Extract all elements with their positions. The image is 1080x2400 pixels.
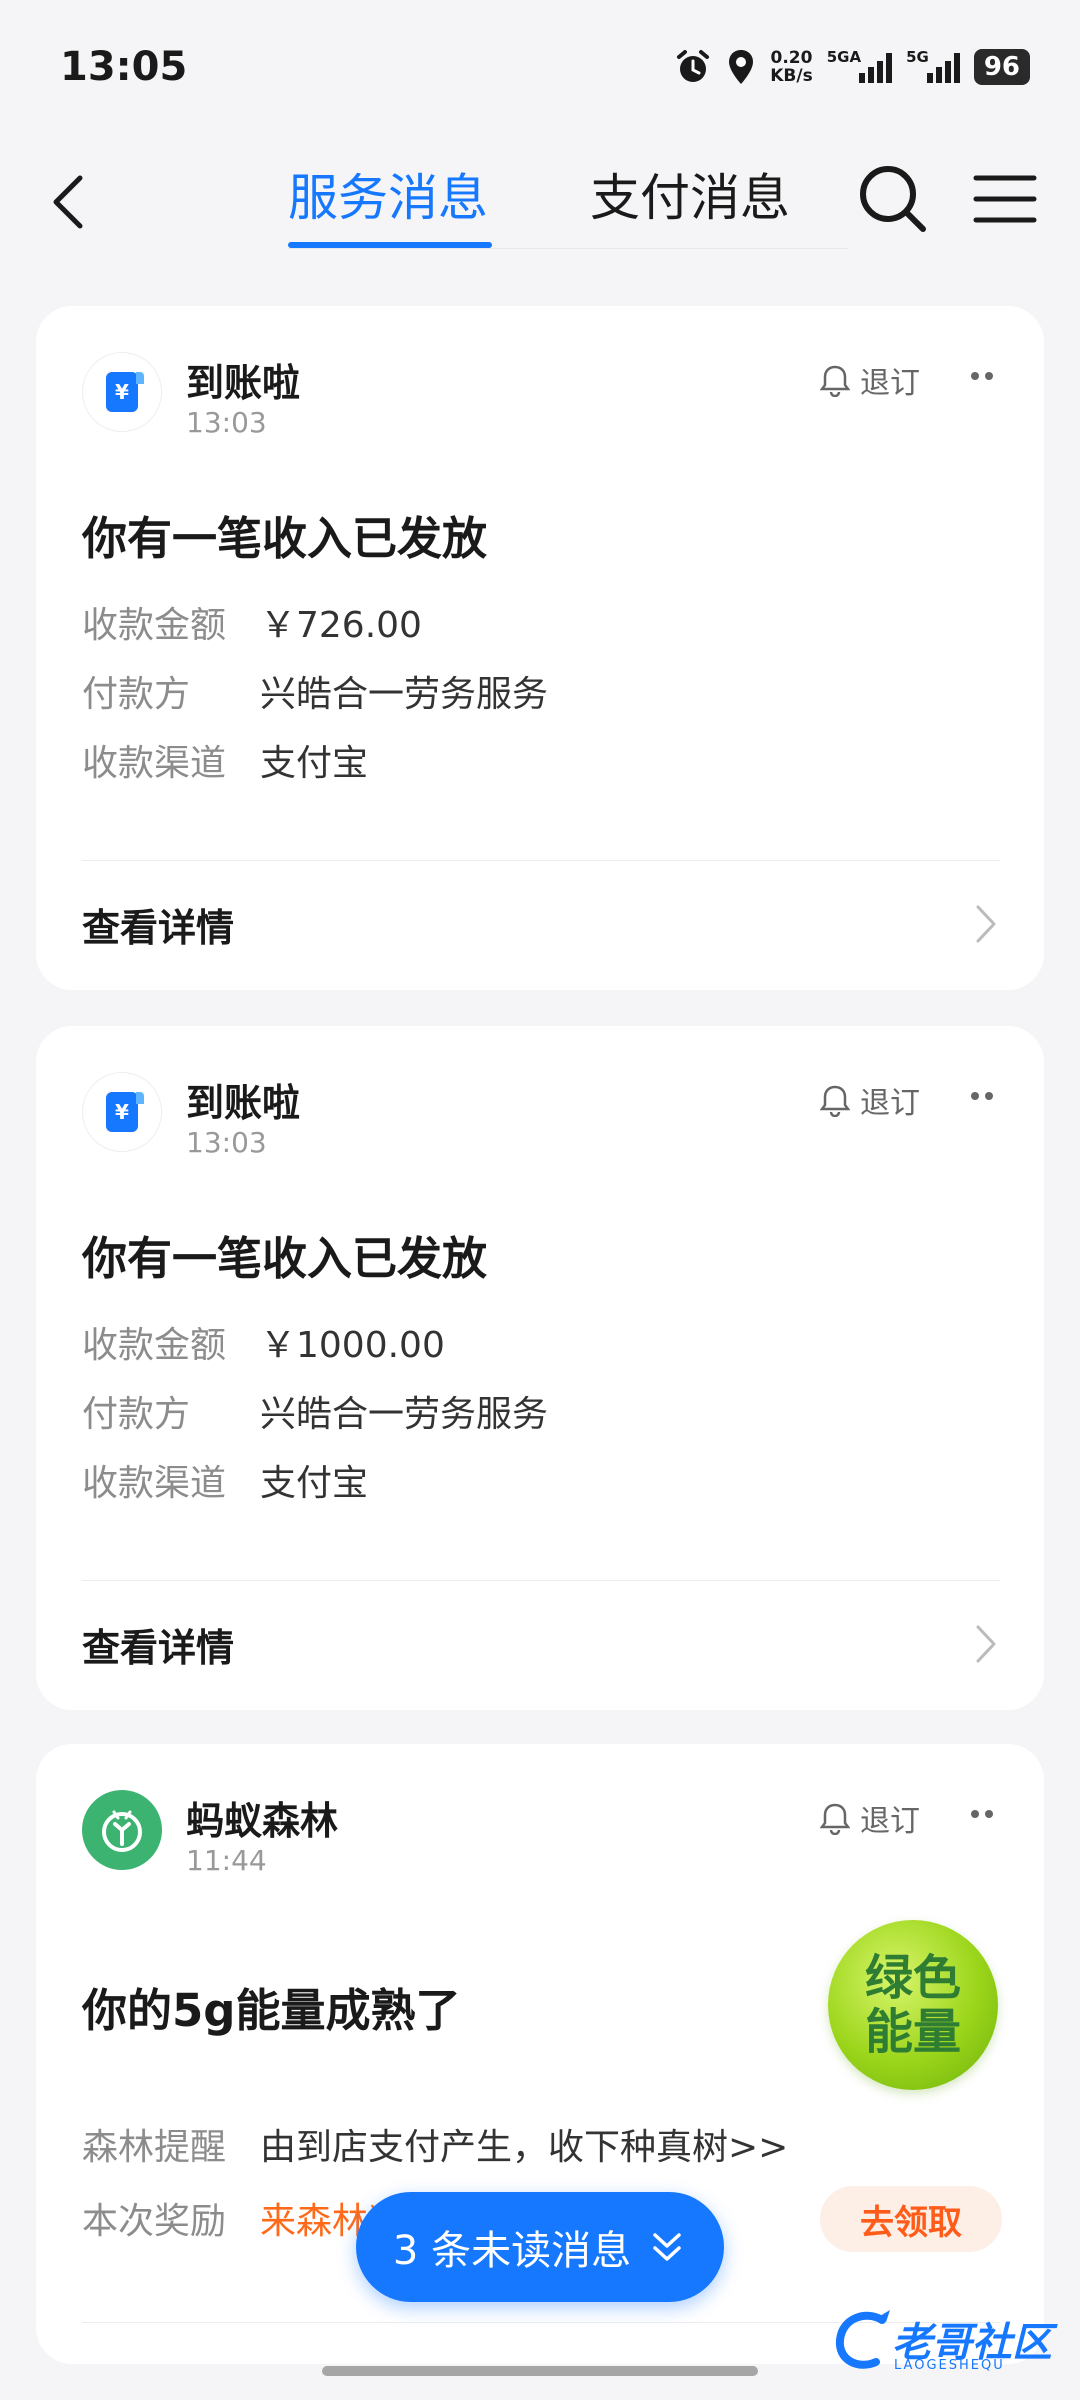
ant-forest-icon [102,1810,142,1852]
home-indicator[interactable] [322,2366,758,2376]
detail-row-amount: 收款金额 ￥1000.00 [82,1325,445,1366]
status-time: 13:05 [60,44,188,90]
signal-icon-sim2: 5G [906,48,960,83]
network-speed: 0.20 KB/s [770,48,813,86]
message-title: 你有一笔收入已发放 [82,512,488,565]
tab-service-messages[interactable]: 服务消息 [288,158,488,230]
unsubscribe-button[interactable]: 退订 [820,1796,920,1840]
tab-bar-divider [288,248,848,249]
claim-button[interactable]: 去领取 [820,2186,1002,2252]
card-divider [82,860,1000,861]
detail-row-amount: 收款金额 ￥726.00 [82,605,422,646]
message-card[interactable]: ¥ 到账啦 13:03 退订 你有一笔收入已发放 收款金额 ￥726.00 付款… [36,306,1044,990]
chevron-right-icon [976,1625,996,1663]
card-header: ¥ 到账啦 13:03 退订 [82,1072,1002,1162]
battery-indicator: 96 [973,49,1030,85]
alarm-icon [674,48,712,86]
search-button[interactable] [852,158,932,238]
menu-icon [973,175,1037,223]
more-options-button[interactable] [962,1076,1002,1116]
svg-text:¥: ¥ [115,1100,129,1124]
message-time: 13:03 [186,406,267,439]
message-card[interactable]: ¥ 到账啦 13:03 退订 你有一笔收入已发放 收款金额 ￥1000.00 付… [36,1026,1044,1710]
unsubscribe-button[interactable]: 退订 [820,1078,920,1122]
unsubscribe-button[interactable]: 退订 [820,358,920,402]
app-name[interactable]: 蚂蚁森林 [186,1790,338,1845]
app-name[interactable]: 到账啦 [186,1072,300,1127]
svg-text:¥: ¥ [115,380,129,404]
card-header: ¥ 到账啦 13:03 退订 [82,352,1002,442]
receipt-yen-icon: ¥ [106,372,144,412]
status-icons: 0.20 KB/s 5GA 5G 96 [674,48,1030,86]
active-tab-indicator [288,242,492,248]
card-divider [82,1580,1000,1581]
message-title: 你有一笔收入已发放 [82,1232,488,1285]
green-energy-badge[interactable]: 绿色 能量 [828,1920,998,2090]
double-chevron-down-icon [653,2233,681,2261]
detail-row-payer: 付款方 兴皓合一劳务服务 [82,674,549,715]
menu-button[interactable] [970,164,1040,234]
detail-row-forest-reminder: 森林提醒 由到店支付产生，收下种真树>> [82,2127,789,2168]
search-icon [860,166,926,232]
chevron-right-icon [976,905,996,943]
view-details-link[interactable]: 查看详情 [82,1604,1000,1684]
status-bar: 13:05 0.20 KB/s 5GA 5G 96 [0,0,1080,140]
message-time: 11:44 [186,1844,267,1877]
message-time: 13:03 [186,1126,267,1159]
view-details-link[interactable]: 查看详情 [82,884,1000,964]
bell-icon [820,1085,850,1117]
header: 服务消息 支付消息 [0,140,1080,260]
back-button[interactable] [40,160,100,240]
back-arrow-icon [53,175,83,229]
detail-row-channel: 收款渠道 支付宝 [82,743,369,784]
bell-icon [820,365,850,397]
watermark-logo: 老哥社区 LAOGESHEQU [832,2300,1062,2380]
bell-icon [820,1803,850,1835]
receipt-yen-icon: ¥ [106,1092,144,1132]
signal-icon-sim1: 5GA [827,48,893,83]
detail-row-channel: 收款渠道 支付宝 [82,1463,369,1504]
app-avatar[interactable]: ¥ [82,352,162,432]
app-avatar[interactable]: ¥ [82,1072,162,1152]
card-header: 蚂蚁森林 11:44 退订 [82,1790,1002,1880]
app-avatar[interactable] [82,1790,162,1870]
dragon-logo-icon [835,2310,890,2369]
tab-payment-messages[interactable]: 支付消息 [590,158,790,230]
unread-messages-button[interactable]: 3 条未读消息 [356,2192,724,2302]
message-title: 你的5g能量成熟了 [82,1984,461,2037]
detail-row-payer: 付款方 兴皓合一劳务服务 [82,1394,549,1435]
app-name[interactable]: 到账啦 [186,352,300,407]
location-icon [726,48,756,86]
more-options-button[interactable] [962,356,1002,396]
more-options-button[interactable] [962,1794,1002,1834]
